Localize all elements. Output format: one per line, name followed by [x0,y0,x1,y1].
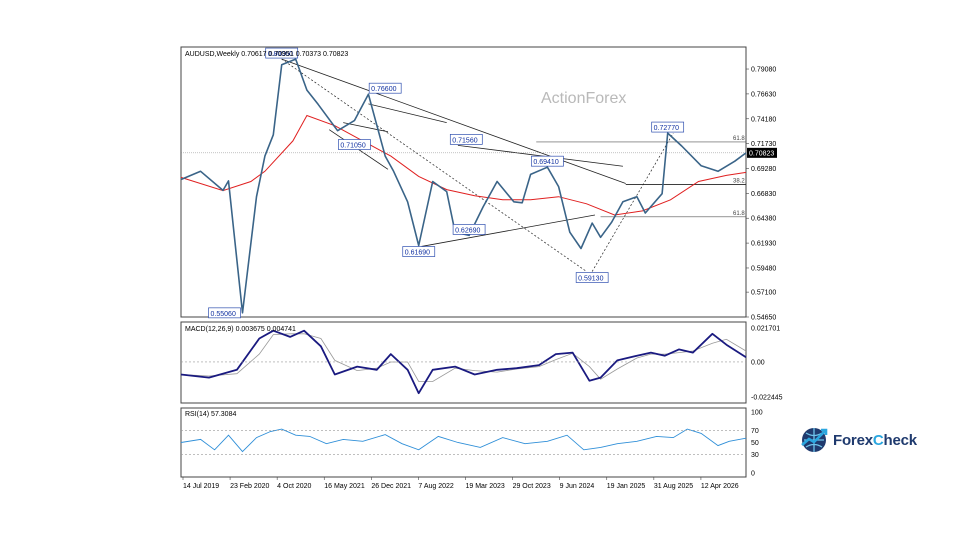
rsi-tick-label: 50 [751,440,759,447]
rsi-tick-label: 100 [751,410,763,417]
price-label-text: 0.71050 [340,143,365,150]
price-tick-label: 0.76630 [751,91,776,98]
price-label-text: 0.59130 [578,276,603,283]
chart-canvas: 0.800600.766000.715600.710500.694100.727… [180,46,783,490]
macd-tick-label: 0.021701 [751,325,780,332]
price-tick-label: 0.61930 [751,241,776,248]
x-tick-label: 9 Jun 2024 [560,483,595,490]
price-tick-label: 0.69280 [751,166,776,173]
price-label-text: 0.62690 [455,227,480,234]
price-tick-label: 0.74180 [751,116,776,123]
price-label-text: 0.61690 [405,250,430,257]
price-label-text: 0.55060 [211,311,236,318]
x-tick-label: 4 Oct 2020 [277,483,311,490]
symbol-header: AUDUSD,Weekly 0.70617 0.70951 0.70373 0.… [185,51,348,58]
forexcheck-logo: ForexCheck [799,423,929,457]
fib-label: 61.8 [733,211,745,217]
fib-label: 61.8 [733,136,745,142]
current-price-label: 0.70823 [749,150,774,157]
x-tick-label: 26 Dec 2021 [371,483,411,490]
fib-label: 38.2 [733,179,745,185]
rsi-tick-label: 30 [751,452,759,459]
macd-tick-label: 0.00 [751,359,765,366]
price-tick-label: 0.57100 [751,290,776,297]
x-tick-label: 19 Jan 2025 [607,483,646,490]
x-tick-label: 23 Feb 2020 [230,483,269,490]
price-tick-label: 0.66830 [751,191,776,198]
rsi-panel [180,407,747,478]
price-tick-label: 0.71730 [751,141,776,148]
price-label-text: 0.69410 [533,159,558,166]
x-tick-label: 16 May 2021 [324,483,365,490]
watermark: ActionForex [541,90,626,107]
x-tick-label: 19 Mar 2023 [466,483,505,490]
x-tick-label: 14 Jul 2019 [183,483,219,490]
macd-label: MACD(12,26,9) 0.003675 0.004741 [185,326,296,333]
rsi-tick-label: 70 [751,428,759,435]
price-tick-label: 0.79080 [751,67,776,74]
price-label-text: 0.72770 [654,125,679,132]
rsi-label: RSI(14) 57.3084 [185,411,236,418]
macd-tick-label: -0.022445 [751,395,783,402]
price-tick-label: 0.59480 [751,265,776,272]
price-tick-label: 0.54650 [751,315,776,322]
x-tick-label: 29 Oct 2023 [513,483,551,490]
price-label-text: 0.71560 [452,137,477,144]
price-label-text: 0.76600 [371,86,396,93]
price-panel [180,46,747,318]
price-tick-label: 0.64380 [751,216,776,223]
x-tick-label: 7 Aug 2022 [418,483,454,490]
globe-chart-icon [801,428,828,452]
x-tick-label: 31 Aug 2025 [654,483,693,490]
rsi-tick-label: 0 [751,471,755,478]
x-tick-label: 12 Apr 2026 [701,483,739,490]
